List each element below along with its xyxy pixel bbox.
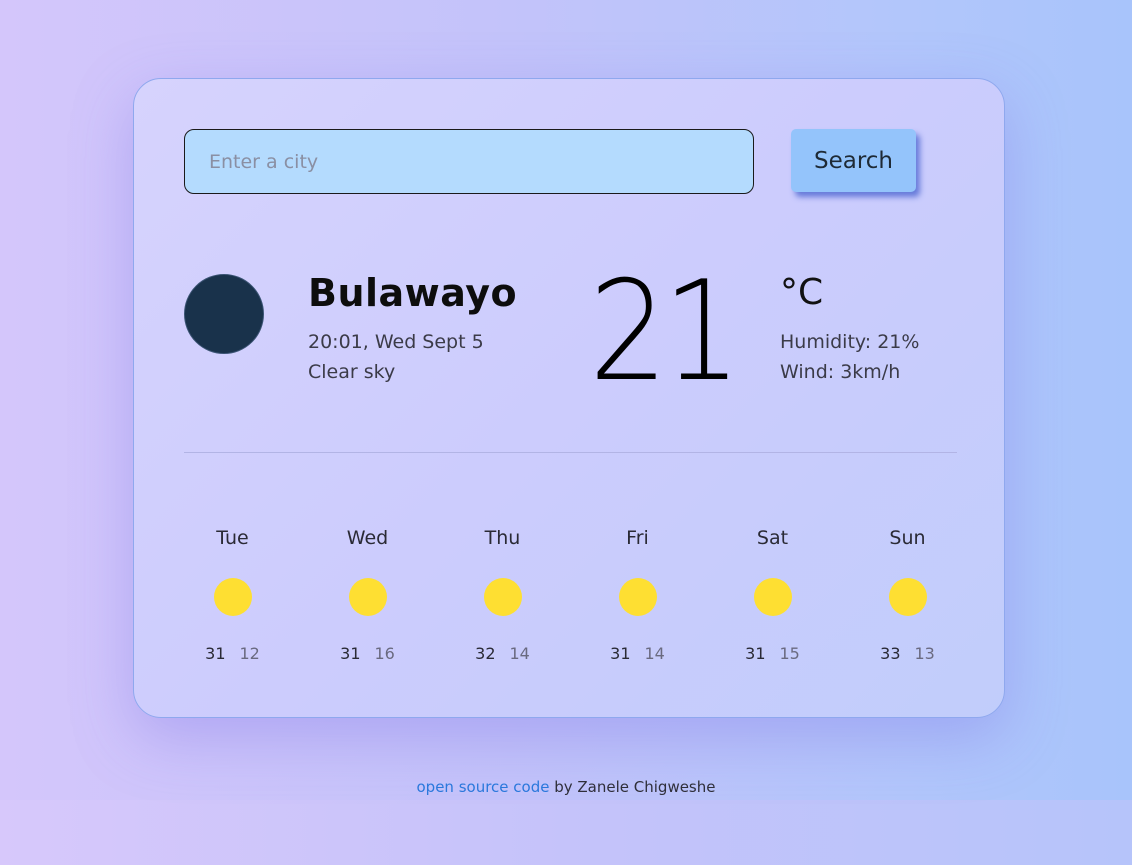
forecast-max: 31	[745, 644, 766, 663]
forecast-max: 33	[880, 644, 901, 663]
moon-icon	[184, 274, 264, 354]
forecast-min: 15	[779, 644, 800, 663]
forecast-day: Fri 31 14	[570, 524, 705, 674]
search-button[interactable]: Search	[791, 129, 916, 192]
sun-icon	[618, 578, 657, 616]
weather-description: Clear sky	[308, 361, 396, 383]
forecast-day: Wed 31 16	[300, 524, 435, 674]
forecast-day-name: Sat	[756, 527, 789, 549]
forecast-day-name: Wed	[346, 527, 389, 549]
footer-credit: by Zanele Chigweshe	[549, 778, 716, 796]
weather-card: Search Bulawayo 20:01, Wed Sept 5 Clear …	[133, 78, 1005, 718]
forecast-temps: 31 12	[165, 642, 300, 666]
forecast-temps: 33 13	[840, 642, 975, 666]
open-source-link[interactable]: open source code	[417, 778, 550, 796]
city-name: Bulawayo	[308, 271, 518, 315]
sun-icon	[348, 578, 387, 616]
sun-icon	[888, 578, 927, 616]
forecast-day-name: Sun	[889, 527, 926, 549]
sun-icon	[483, 578, 522, 616]
city-search-input[interactable]	[184, 129, 754, 194]
humidity-reading: Humidity: 21%	[780, 331, 920, 353]
footer: open source code by Zanele Chigweshe	[0, 776, 1132, 798]
temperature-unit: °C	[780, 272, 824, 313]
forecast-day: Sun 33 13	[840, 524, 975, 674]
forecast-day: Sat 31 15	[705, 524, 840, 674]
forecast-day-name: Fri	[626, 527, 649, 549]
sun-icon	[213, 578, 252, 616]
forecast-min: 16	[374, 644, 395, 663]
forecast-max: 31	[340, 644, 361, 663]
forecast: Tue 31 12 Wed 31 16 Thu 32 14 Fri 31 14	[165, 524, 975, 674]
forecast-temps: 31 15	[705, 642, 840, 666]
current-temperature: 21	[589, 251, 742, 412]
sun-icon	[753, 578, 792, 616]
forecast-day: Thu 32 14	[435, 524, 570, 674]
forecast-max: 31	[205, 644, 226, 663]
forecast-max: 32	[475, 644, 496, 663]
date-time: 20:01, Wed Sept 5	[308, 331, 484, 353]
forecast-min: 14	[509, 644, 530, 663]
forecast-temps: 32 14	[435, 642, 570, 666]
forecast-day-name: Thu	[484, 527, 521, 549]
forecast-min: 12	[239, 644, 260, 663]
page-bottom-band	[0, 800, 1132, 865]
forecast-min: 13	[914, 644, 935, 663]
forecast-temps: 31 14	[570, 642, 705, 666]
wind-reading: Wind: 3km/h	[780, 361, 901, 383]
forecast-max: 31	[610, 644, 631, 663]
forecast-day-name: Tue	[216, 527, 249, 549]
forecast-day: Tue 31 12	[165, 524, 300, 674]
divider	[184, 452, 957, 453]
forecast-temps: 31 16	[300, 642, 435, 666]
forecast-min: 14	[644, 644, 665, 663]
